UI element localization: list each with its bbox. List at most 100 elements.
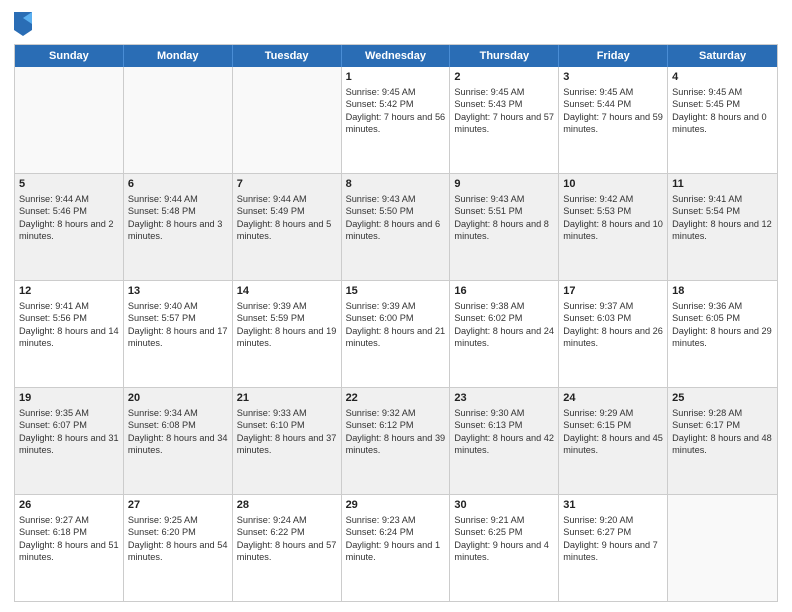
cal-cell-r4-c6: [668, 495, 777, 601]
sunrise-text: Sunrise: 9:38 AM: [454, 301, 524, 311]
daylight-text: Daylight: 7 hours and 59 minutes.: [563, 112, 663, 134]
daylight-text: Daylight: 8 hours and 24 minutes.: [454, 326, 554, 348]
calendar-row-0: 1Sunrise: 9:45 AMSunset: 5:42 PMDaylight…: [15, 67, 777, 173]
sunset-text: Sunset: 5:53 PM: [563, 206, 631, 216]
weekday-header-tuesday: Tuesday: [233, 45, 342, 67]
cal-cell-r4-c3: 29 Sunrise: 9:23 AM Sunset: 6:24 PM Dayligh…: [342, 495, 451, 601]
day-number: 16: [454, 284, 554, 299]
cal-cell-r1-c3: 8Sunrise: 9:43 AMSunset: 5:50 PMDaylight…: [342, 174, 451, 280]
sunset-text: Sunset: 6:24 PM: [346, 527, 414, 537]
day-number: 2: [454, 70, 554, 85]
calendar-row-4: 26Sunrise: 9:27 AMSunset: 6:18 PMDayligh…: [15, 494, 777, 601]
sunset-text: Sunset: 6:22 PM: [237, 527, 305, 537]
daylight-text: Daylight: 8 hours and 31 minutes.: [19, 433, 119, 455]
sunset-text: Sunset: 6:10 PM: [237, 420, 305, 430]
sunset-text: Sunset: 6:17 PM: [672, 420, 740, 430]
day-number: 27: [128, 498, 228, 513]
sunset-text: Sunset: 6:18 PM: [19, 527, 87, 537]
day-number: 14: [237, 284, 337, 299]
sunset-text: Sunset: 6:12 PM: [346, 420, 414, 430]
daylight-text: Daylight: 8 hours and 0 minutes.: [672, 112, 767, 134]
sunrise-text: Sunrise: 9:23 AM: [346, 515, 416, 525]
daylight-text: Daylight: 8 hours and 26 minutes.: [563, 326, 663, 348]
day-number: 22: [346, 391, 446, 406]
cal-cell-r4-c5: 31Sunrise: 9:20 AMSunset: 6:27 PMDayligh…: [559, 495, 668, 601]
cal-cell-r2-c0: 12Sunrise: 9:41 AMSunset: 5:56 PMDayligh…: [15, 281, 124, 387]
day-number: 4: [672, 70, 773, 85]
sunrise-text: Sunrise: 9:43 AM: [346, 194, 416, 204]
cal-cell-r1-c6: 11Sunrise: 9:41 AMSunset: 5:54 PMDayligh…: [668, 174, 777, 280]
cal-cell-r3-c4: 23Sunrise: 9:30 AMSunset: 6:13 PMDayligh…: [450, 388, 559, 494]
sunrise-text: Sunrise: 9:45 AM: [454, 87, 524, 97]
daylight-text: Daylight: 8 hours and 2 minutes.: [19, 219, 114, 241]
daylight-text: Daylight: 8 hours and 17 minutes.: [128, 326, 228, 348]
cal-cell-r2-c5: 17Sunrise: 9:37 AMSunset: 6:03 PMDayligh…: [559, 281, 668, 387]
cal-cell-r1-c1: 6Sunrise: 9:44 AMSunset: 5:48 PMDaylight…: [124, 174, 233, 280]
sunset-text: Sunset: 5:59 PM: [237, 313, 305, 323]
page: SundayMondayTuesdayWednesdayThursdayFrid…: [0, 0, 792, 612]
daylight-text: Daylight: 8 hours and 51 minutes.: [19, 540, 119, 562]
sunset-text: Sunset: 6:02 PM: [454, 313, 522, 323]
sunset-text: Sunset: 6:03 PM: [563, 313, 631, 323]
day-number: 3: [563, 70, 663, 85]
sunrise-text: Sunrise: 9:34 AM: [128, 408, 198, 418]
cal-cell-r3-c5: 24Sunrise: 9:29 AMSunset: 6:15 PMDayligh…: [559, 388, 668, 494]
sunset-text: Sunset: 6:27 PM: [563, 527, 631, 537]
sunrise-text: Sunrise: 9:45 AM: [563, 87, 633, 97]
cal-cell-r1-c0: 5Sunrise: 9:44 AMSunset: 5:46 PMDaylight…: [15, 174, 124, 280]
sunrise-text: Sunrise: 9:33 AM: [237, 408, 307, 418]
sunrise-text: Sunrise: 9:24 AM: [237, 515, 307, 525]
sunset-text: Sunset: 5:42 PM: [346, 99, 414, 109]
cal-cell-r1-c4: 9Sunrise: 9:43 AMSunset: 5:51 PMDaylight…: [450, 174, 559, 280]
daylight-text: Daylight: 9 hours and 7 minutes.: [563, 540, 658, 562]
sunrise-text: Sunrise: 9:39 AM: [346, 301, 416, 311]
cal-cell-r0-c5: 3Sunrise: 9:45 AMSunset: 5:44 PMDaylight…: [559, 67, 668, 173]
sunrise-text: Sunrise: 9:21 AM: [454, 515, 524, 525]
daylight-text: Daylight: 8 hours and 48 minutes.: [672, 433, 772, 455]
logo-icon: [14, 12, 32, 36]
sunrise-text: Sunrise: 9:36 AM: [672, 301, 742, 311]
cal-cell-r1-c2: 7Sunrise: 9:44 AMSunset: 5:49 PMDaylight…: [233, 174, 342, 280]
day-number: 15: [346, 284, 446, 299]
cal-cell-r0-c4: 2Sunrise: 9:45 AMSunset: 5:43 PMDaylight…: [450, 67, 559, 173]
cal-cell-r0-c3: 1Sunrise: 9:45 AMSunset: 5:42 PMDaylight…: [342, 67, 451, 173]
daylight-text: Daylight: 8 hours and 8 minutes.: [454, 219, 549, 241]
day-number: 20: [128, 391, 228, 406]
sunset-text: Sunset: 5:54 PM: [672, 206, 740, 216]
sunrise-text: Sunrise: 9:32 AM: [346, 408, 416, 418]
cal-cell-r2-c2: 14Sunrise: 9:39 AMSunset: 5:59 PMDayligh…: [233, 281, 342, 387]
sunrise-text: Sunrise: 9:20 AM: [563, 515, 633, 525]
daylight-text: Daylight: 8 hours and 57 minutes.: [237, 540, 337, 562]
sunset-text: Sunset: 6:00 PM: [346, 313, 414, 323]
day-number: 9: [454, 177, 554, 192]
sunset-text: Sunset: 6:05 PM: [672, 313, 740, 323]
sunset-text: Sunset: 5:50 PM: [346, 206, 414, 216]
daylight-text: Daylight: 8 hours and 6 minutes.: [346, 219, 441, 241]
cal-cell-r3-c3: 22 Sunrise: 9:32 AM Sunset: 6:12 PM Dayligh…: [342, 388, 451, 494]
daylight-text: Daylight: 8 hours and 39 minutes.: [346, 433, 446, 455]
sunrise-text: Sunrise: 9:43 AM: [454, 194, 524, 204]
daylight-text: Daylight: 8 hours and 21 minutes.: [346, 326, 446, 348]
day-number: 30: [454, 498, 554, 513]
cal-cell-r2-c1: 13Sunrise: 9:40 AMSunset: 5:57 PMDayligh…: [124, 281, 233, 387]
cal-cell-r0-c2: [233, 67, 342, 173]
sunset-text: Sunset: 5:45 PM: [672, 99, 740, 109]
daylight-text: Daylight: 8 hours and 29 minutes.: [672, 326, 772, 348]
day-number: 29: [346, 498, 446, 513]
day-number: 7: [237, 177, 337, 192]
day-number: 6: [128, 177, 228, 192]
calendar-header: SundayMondayTuesdayWednesdayThursdayFrid…: [15, 45, 777, 67]
weekday-header-monday: Monday: [124, 45, 233, 67]
cal-cell-r4-c4: 30Sunrise: 9:21 AMSunset: 6:25 PMDayligh…: [450, 495, 559, 601]
cal-cell-r3-c1: 20Sunrise: 9:34 AMSunset: 6:08 PMDayligh…: [124, 388, 233, 494]
daylight-text: Daylight: 7 hours and 56 minutes.: [346, 112, 446, 134]
sunrise-text: Sunrise: 9:44 AM: [128, 194, 198, 204]
day-number: 23: [454, 391, 554, 406]
sunset-text: Sunset: 5:56 PM: [19, 313, 87, 323]
daylight-text: Daylight: 8 hours and 3 minutes.: [128, 219, 223, 241]
daylight-text: Daylight: 9 hours and 1 minute.: [346, 540, 441, 562]
sunset-text: Sunset: 5:49 PM: [237, 206, 305, 216]
calendar-row-2: 12Sunrise: 9:41 AMSunset: 5:56 PMDayligh…: [15, 280, 777, 387]
weekday-header-sunday: Sunday: [15, 45, 124, 67]
daylight-text: Daylight: 8 hours and 19 minutes.: [237, 326, 337, 348]
